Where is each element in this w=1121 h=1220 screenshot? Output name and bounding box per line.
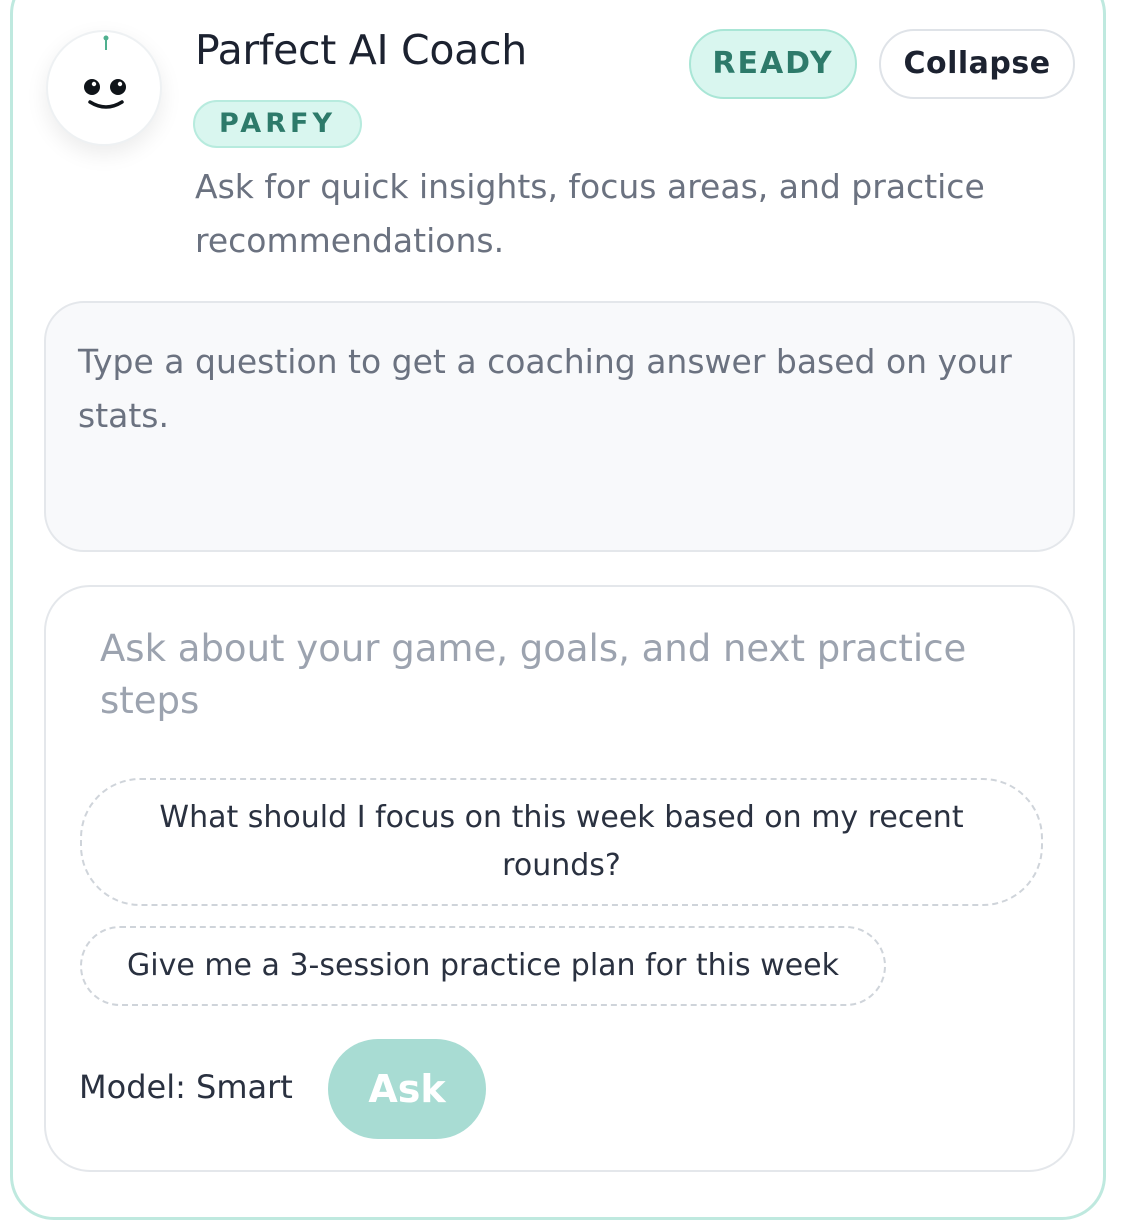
suggestion-chip[interactable]: What should I focus on this week based o… [80,778,1043,906]
question-input[interactable] [100,623,1040,733]
subtitle: Ask for quick insights, focus areas, and… [195,167,985,260]
collapse-button[interactable]: Collapse [879,29,1075,99]
status-badge: READY [689,29,857,99]
assistant-tag: PARFY [193,100,362,148]
answer-text: Type a question to get a coaching answer… [78,342,1012,435]
page-title: Parfect AI Coach [195,26,527,74]
smiley-robot-icon [84,35,126,109]
ask-panel: What should I focus on this week based o… [44,585,1075,1172]
suggestion-chip[interactable]: Give me a 3-session practice plan for th… [80,926,886,1006]
ask-button[interactable]: Ask [328,1039,486,1139]
model-label: Model: Smart [79,1068,293,1106]
avatar [46,30,162,146]
answer-box: Type a question to get a coaching answer… [44,301,1075,552]
